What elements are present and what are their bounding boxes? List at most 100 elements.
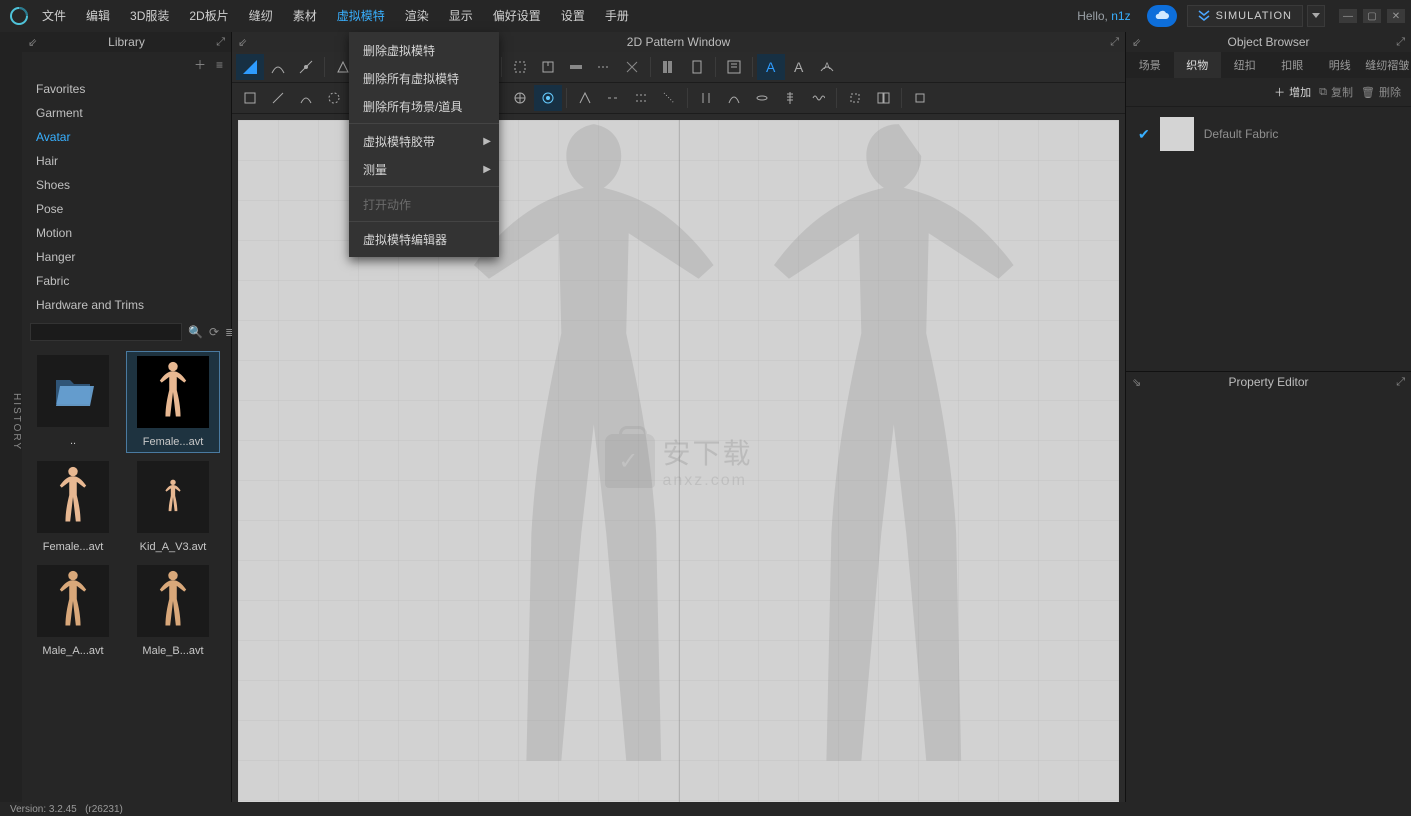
notch-tool[interactable] <box>534 54 562 80</box>
grading-active-tool[interactable] <box>534 85 562 111</box>
menu-render[interactable]: 渲染 <box>395 0 439 32</box>
free-sewing-tool[interactable] <box>292 85 320 111</box>
library-item-shoes[interactable]: Shoes <box>22 173 231 197</box>
library-item-garment[interactable]: Garment <box>22 101 231 125</box>
library-item-avatar[interactable]: Avatar <box>22 125 231 149</box>
simulation-button[interactable]: SIMULATION <box>1187 5 1303 27</box>
maximize-button[interactable]: ▢ <box>1363 9 1381 23</box>
menu-manual[interactable]: 手册 <box>595 0 639 32</box>
pin-icon[interactable]: ⇙ <box>238 36 247 49</box>
text-a-tool[interactable]: A <box>757 54 785 80</box>
auto-sewing-tool[interactable] <box>320 85 348 111</box>
ob-tab-4[interactable]: 明线 <box>1316 52 1364 78</box>
pin-icon[interactable]: ⇘ <box>1132 376 1141 389</box>
library-search-input[interactable] <box>30 323 182 341</box>
dropdown-item[interactable]: 虚拟模特编辑器 <box>349 225 499 253</box>
menu-settings[interactable]: 设置 <box>551 0 595 32</box>
library-item-fabric[interactable]: Fabric <box>22 269 231 293</box>
library-item-hair[interactable]: Hair <box>22 149 231 173</box>
edit-pattern-tool[interactable] <box>236 54 264 80</box>
cloud-sync-button[interactable] <box>1147 5 1177 27</box>
popout-icon[interactable]: ⤢ <box>1396 376 1405 389</box>
menu-material[interactable]: 素材 <box>283 0 327 32</box>
minimize-button[interactable]: — <box>1339 9 1357 23</box>
history-tab[interactable]: HISTORY <box>11 393 22 451</box>
pleats-sewing-tool[interactable] <box>627 85 655 111</box>
close-button[interactable]: ✕ <box>1387 9 1405 23</box>
delete-fabric-button[interactable]: 🗑 删除 <box>1361 84 1401 100</box>
add-fabric-button[interactable]: ＋ 增加 <box>1274 84 1311 100</box>
symmetric-tool[interactable] <box>869 85 897 111</box>
puckering-tool[interactable] <box>804 85 832 111</box>
search-icon[interactable]: 🔍 <box>188 324 203 340</box>
simulation-dropdown[interactable] <box>1307 5 1325 27</box>
svg-text:A: A <box>794 59 804 75</box>
dropdown-item[interactable]: 删除所有虚拟模特 <box>349 64 499 92</box>
pleats-fold-tool[interactable] <box>599 85 627 111</box>
menu-edit[interactable]: 编辑 <box>76 0 120 32</box>
dropdown-item[interactable]: 删除所有场景/道具 <box>349 92 499 120</box>
pin-icon[interactable]: ⇙ <box>1132 36 1141 49</box>
popout-icon[interactable]: ⤢ <box>1110 36 1119 49</box>
dropdown-item[interactable]: 虚拟模特胶带▶ <box>349 127 499 155</box>
library-item-hardware-and-trims[interactable]: Hardware and Trims <box>22 293 231 317</box>
list-view-icon[interactable]: ≡ <box>216 58 223 72</box>
pattern-annotation-tool[interactable] <box>720 54 748 80</box>
basting-tool[interactable] <box>590 54 618 80</box>
edit-curve-tool[interactable] <box>264 54 292 80</box>
piping-tool[interactable] <box>655 54 683 80</box>
fold-arrange-tool[interactable] <box>655 85 683 111</box>
ob-tab-0[interactable]: 场景 <box>1126 52 1174 78</box>
popout-icon[interactable]: ⤢ <box>1396 36 1405 49</box>
menu-sewing[interactable]: 缝纫 <box>239 0 283 32</box>
add-point-tool[interactable] <box>292 54 320 80</box>
buttonhole-tool[interactable] <box>748 85 776 111</box>
ob-tab-3[interactable]: 扣眼 <box>1269 52 1317 78</box>
menu-file[interactable]: 文件 <box>32 0 76 32</box>
zipper-tool[interactable] <box>776 85 804 111</box>
pin-icon[interactable]: ⇙ <box>28 36 37 49</box>
add-folder-icon[interactable]: ＋ <box>194 56 206 73</box>
hello-label: Hello, n1z <box>1077 9 1130 23</box>
popout-icon[interactable]: ⤢ <box>216 36 225 49</box>
menu-avatar[interactable]: 虚拟模特 <box>327 0 395 32</box>
version-label: Version: 3.2.45 <box>10 804 77 815</box>
menu-3d-garment[interactable]: 3D服装 <box>120 0 179 32</box>
edit-pleats-tool[interactable] <box>571 85 599 111</box>
menu-2d-pattern[interactable]: 2D板片 <box>179 0 238 32</box>
menu-preferences[interactable]: 偏好设置 <box>483 0 551 32</box>
ob-tab-1[interactable]: 织物 <box>1174 52 1222 78</box>
library-item-motion[interactable]: Motion <box>22 221 231 245</box>
seam-taping-tool[interactable] <box>562 54 590 80</box>
segment-sewing-tool[interactable] <box>264 85 292 111</box>
button-tool[interactable] <box>720 85 748 111</box>
grainline-tool[interactable] <box>841 85 869 111</box>
thumb--[interactable]: .. <box>26 351 120 453</box>
shield-icon: ✓ <box>604 434 654 488</box>
refresh-icon[interactable]: ⟳ <box>209 324 219 340</box>
trace-tool[interactable] <box>506 54 534 80</box>
thumb-kid-a-v3-avt[interactable]: Kid_A_V3.avt <box>126 457 220 557</box>
thumb-female-avt[interactable]: Female...avt <box>126 351 220 453</box>
fabric-list-item[interactable]: ✔ Default Fabric <box>1126 107 1411 161</box>
ob-tab-2[interactable]: 纽扣 <box>1221 52 1269 78</box>
dropdown-item[interactable]: 删除虚拟模特 <box>349 36 499 64</box>
thumb-male-b-avt[interactable]: Male_B...avt <box>126 561 220 661</box>
binding-tool[interactable] <box>683 54 711 80</box>
sewing-edit-tool[interactable] <box>236 85 264 111</box>
steam-tool[interactable] <box>906 85 934 111</box>
library-item-pose[interactable]: Pose <box>22 197 231 221</box>
menu-display[interactable]: 显示 <box>439 0 483 32</box>
grading-tool[interactable] <box>506 85 534 111</box>
ob-tab-5[interactable]: 缝纫褶皱 <box>1364 52 1411 78</box>
library-item-favorites[interactable]: Favorites <box>22 77 231 101</box>
curved-text-tool[interactable]: A <box>813 54 841 80</box>
button-edit-tool[interactable] <box>692 85 720 111</box>
text-a2-tool[interactable]: A <box>785 54 813 80</box>
library-item-hanger[interactable]: Hanger <box>22 245 231 269</box>
fold-tool[interactable] <box>618 54 646 80</box>
dropdown-item[interactable]: 测量▶ <box>349 155 499 183</box>
thumb-male-a-avt[interactable]: Male_A...avt <box>26 561 120 661</box>
thumb-female-avt[interactable]: Female...avt <box>26 457 120 557</box>
copy-fabric-button[interactable]: ⧉ 复制 <box>1319 84 1353 100</box>
